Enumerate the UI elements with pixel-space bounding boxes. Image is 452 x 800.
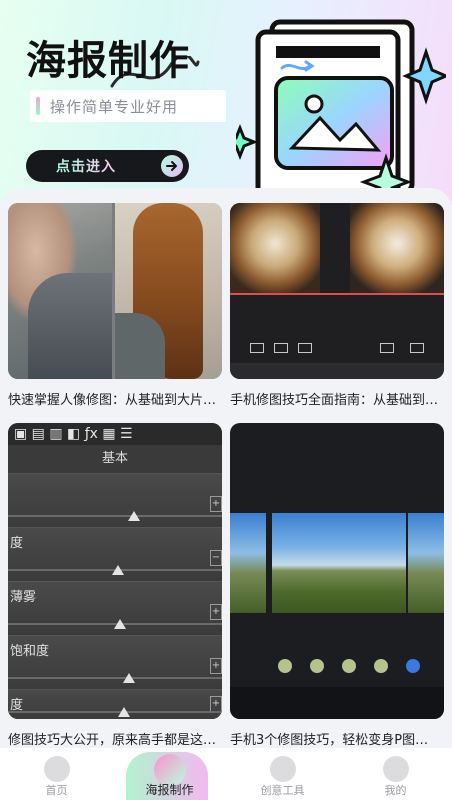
article-thumbnail [8,203,222,379]
article-title: 手机修图技巧全面指南：从基础到… [230,393,439,408]
article-thumbnail [230,423,444,719]
poster-banner: 海报制作 操作简单专业好用 点击进入 [0,0,452,205]
article-card[interactable]: ▣ ▤ ▥ ◧ ƒx ▦ ☰ 基本 + 度 − 薄雾 + 饱和度 + 度 + 修… [8,423,222,748]
tab-label: 我的 [384,784,407,797]
article-card[interactable]: 手机3个修图技巧，轻松变身P图… [230,423,444,748]
bottom-tab-bar: 首页 海报制作 创意工具 我的 [0,748,452,800]
profile-icon [382,756,409,782]
tools-icon [269,756,296,782]
tab-poster[interactable]: 海报制作 [113,748,226,800]
home-icon [43,756,70,782]
arrow-right-icon [161,155,183,177]
content-panel: 快速掌握人像修图：从基础到大片… 手机修图技巧全面指南：从基础到… ▣ ▤ ▥ … [0,188,452,748]
tab-label: 海报制作 [145,783,194,797]
article-title: 手机3个修图技巧，轻松变身P图… [230,733,429,748]
article-title: 修图技巧大公开，原来高手都是这… [8,733,217,748]
editor-panel-title: 基本 [101,451,128,466]
poster-illustration-icon [236,19,446,198]
article-thumbnail [230,203,444,379]
article-card[interactable]: 手机修图技巧全面指南：从基础到… [230,203,444,408]
banner-subtitle: 操作简单专业好用 [30,90,226,122]
tab-home[interactable]: 首页 [0,748,113,800]
tab-profile[interactable]: 我的 [339,748,452,800]
enter-button[interactable]: 点击进入 [26,150,189,182]
article-thumbnail: ▣ ▤ ▥ ◧ ƒx ▦ ☰ 基本 + 度 − 薄雾 + 饱和度 + 度 + [8,423,222,719]
tab-label: 首页 [45,784,68,797]
tab-label: 创意工具 [260,784,305,797]
tab-tools[interactable]: 创意工具 [226,748,339,800]
enter-button-label: 点击进入 [56,156,116,176]
article-title: 快速掌握人像修图：从基础到大片… [8,393,217,408]
banner-title: 海报制作 [26,38,190,84]
article-card[interactable]: 快速掌握人像修图：从基础到大片… [8,203,222,408]
